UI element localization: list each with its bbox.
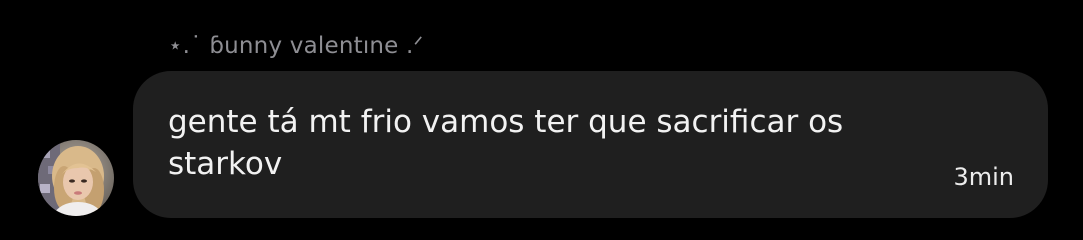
- sender-name[interactable]: ⋆.˙ ɓunny valentıne .ᐟ: [168, 32, 424, 60]
- message-text: gente tá mt frio vamos ter que sacrifica…: [168, 104, 844, 182]
- message-timestamp: 3min: [953, 163, 1014, 191]
- message-bubble[interactable]: gente tá mt frio vamos ter que sacrifica…: [133, 71, 1048, 218]
- avatar[interactable]: [38, 140, 114, 216]
- avatar-photo: [38, 140, 114, 216]
